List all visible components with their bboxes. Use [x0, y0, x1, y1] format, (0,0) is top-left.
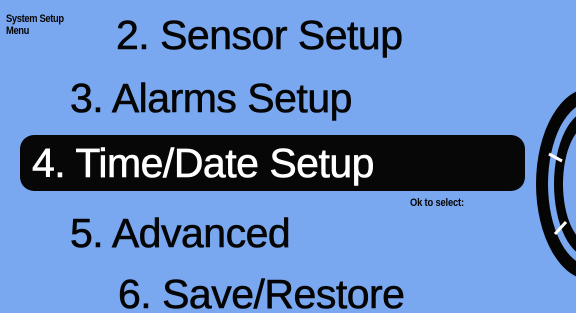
menu-item-time-date-setup[interactable]: 4. Time/Date Setup [20, 135, 525, 191]
menu-title-line-1: System Setup [6, 13, 64, 25]
menu-item-save-restore[interactable]: 6. Save/Restore [118, 272, 406, 313]
menu-item-sensor-setup[interactable]: 2. Sensor Setup [116, 13, 404, 58]
menu-item-advanced[interactable]: 5. Advanced [70, 211, 291, 256]
system-setup-menu-screen: System Setup Menu 2. Sensor Setup 3. Ala… [0, 0, 576, 313]
menu-item-time-date-setup-label: 4. Time/Date Setup [32, 140, 375, 187]
menu-title-line-2: Menu [6, 25, 30, 37]
menu-title: System Setup Menu [6, 13, 64, 37]
rotary-knob-icon[interactable] [531, 84, 576, 284]
select-hint: Ok to select: [410, 197, 464, 209]
menu-item-alarms-setup[interactable]: 3. Alarms Setup [70, 76, 353, 121]
